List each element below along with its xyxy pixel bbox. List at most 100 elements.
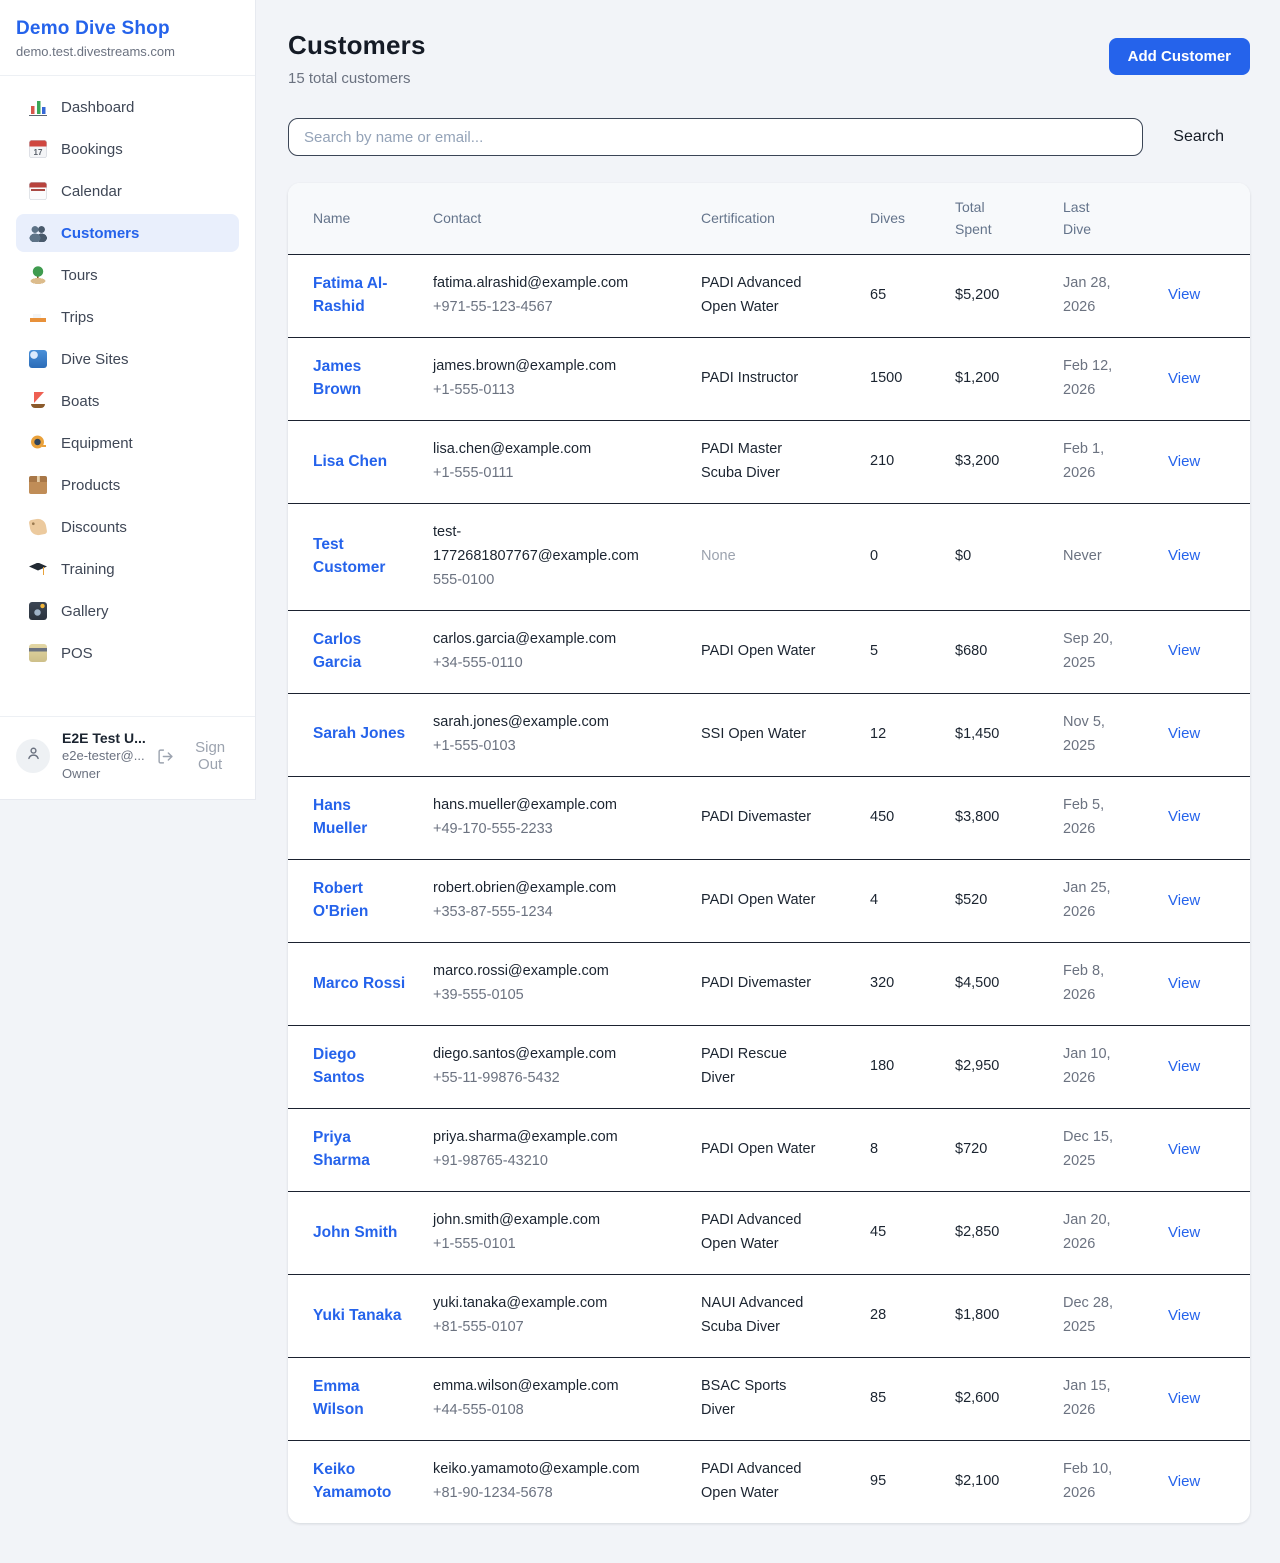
- view-customer-link[interactable]: View: [1168, 1058, 1200, 1075]
- view-customer-link[interactable]: View: [1168, 1473, 1200, 1490]
- customer-name-link[interactable]: Lisa Chen: [313, 450, 387, 473]
- customer-phone: +44-555-0108: [433, 1399, 693, 1423]
- view-customer-link[interactable]: View: [1168, 1141, 1200, 1158]
- customer-email: emma.wilson@example.com: [433, 1375, 665, 1399]
- sidebar-item-label: Calendar: [61, 183, 122, 200]
- view-customer-link[interactable]: View: [1168, 370, 1200, 387]
- view-customer-link[interactable]: View: [1168, 642, 1200, 659]
- view-customer-link[interactable]: View: [1168, 286, 1200, 303]
- customer-dives: 1500: [870, 337, 955, 420]
- add-customer-button[interactable]: Add Customer: [1109, 38, 1250, 75]
- sidebar-item-label: Products: [61, 477, 120, 494]
- customer-dives: 85: [870, 1357, 955, 1440]
- brand-block: Demo Dive Shop demo.test.divestreams.com: [0, 0, 255, 76]
- customer-name-link[interactable]: Sarah Jones: [313, 722, 405, 745]
- user-name: E2E Test U...: [62, 729, 157, 747]
- customer-total-spent: $520: [955, 859, 1063, 942]
- view-customer-link[interactable]: View: [1168, 1307, 1200, 1324]
- customer-name-link[interactable]: Marco Rossi: [313, 972, 405, 995]
- search-button[interactable]: Search: [1143, 120, 1250, 154]
- customer-phone: +1-555-0113: [433, 379, 693, 403]
- sidebar-item-tours[interactable]: Tours: [16, 256, 239, 294]
- sidebar-item-products[interactable]: Products: [16, 466, 239, 504]
- customer-email: james.brown@example.com: [433, 355, 665, 379]
- tours-island-icon: [29, 266, 47, 284]
- sidebar-item-equipment[interactable]: Equipment: [16, 424, 239, 462]
- sidebar-item-gallery[interactable]: Gallery: [16, 592, 239, 630]
- column-header-total-spent: Total Spent: [955, 183, 1063, 254]
- customer-dives: 210: [870, 421, 955, 504]
- customer-dives: 450: [870, 776, 955, 859]
- sidebar-item-label: POS: [61, 645, 93, 662]
- sidebar-item-dive-sites[interactable]: Dive Sites: [16, 340, 239, 378]
- sidebar-item-training[interactable]: Training: [16, 550, 239, 588]
- customer-name-link[interactable]: Robert O'Brien: [313, 877, 406, 924]
- customer-name-link[interactable]: Emma Wilson: [313, 1375, 406, 1422]
- customer-total-spent: $1,800: [955, 1275, 1063, 1358]
- customer-last-dive: Jan 10, 2026: [1063, 1043, 1121, 1091]
- customer-certification: PADI Open Water: [701, 1138, 815, 1162]
- customer-name-link[interactable]: Priya Sharma: [313, 1126, 406, 1173]
- customer-name-link[interactable]: James Brown: [313, 355, 406, 402]
- sidebar-item-customers[interactable]: Customers: [16, 214, 239, 252]
- calendar-icon: [29, 182, 47, 200]
- sidebar: Demo Dive Shop demo.test.divestreams.com…: [0, 0, 256, 800]
- view-customer-link[interactable]: View: [1168, 892, 1200, 909]
- customer-name-link[interactable]: Yuki Tanaka: [313, 1304, 401, 1327]
- customer-certification: NAUI Advanced Scuba Diver: [701, 1292, 823, 1340]
- view-customer-link[interactable]: View: [1168, 1390, 1200, 1407]
- customer-total-spent: $0: [955, 503, 1063, 610]
- sidebar-item-label: Bookings: [61, 141, 123, 158]
- customer-dives: 5: [870, 610, 955, 693]
- table-row: Yuki Tanaka yuki.tanaka@example.com +81-…: [288, 1275, 1250, 1358]
- customer-name-link[interactable]: John Smith: [313, 1221, 397, 1244]
- customer-phone: +34-555-0110: [433, 652, 693, 676]
- customer-name-link[interactable]: Keiko Yamamoto: [313, 1458, 406, 1505]
- customer-name-link[interactable]: Fatima Al-Rashid: [313, 272, 406, 319]
- view-customer-link[interactable]: View: [1168, 547, 1200, 564]
- sidebar-item-discounts[interactable]: Discounts: [16, 508, 239, 546]
- customer-email: robert.obrien@example.com: [433, 877, 665, 901]
- view-customer-link[interactable]: View: [1168, 725, 1200, 742]
- table-row: Hans Mueller hans.mueller@example.com +4…: [288, 776, 1250, 859]
- view-customer-link[interactable]: View: [1168, 808, 1200, 825]
- sidebar-item-bookings[interactable]: Bookings: [16, 130, 239, 168]
- customer-certification: PADI Advanced Open Water: [701, 1209, 823, 1257]
- column-header-certification: Certification: [701, 183, 870, 254]
- user-info: E2E Test U... e2e-tester@... Owner: [62, 729, 157, 783]
- trips-boat-icon: [29, 308, 47, 326]
- customer-certification: PADI Advanced Open Water: [701, 272, 823, 320]
- view-customer-link[interactable]: View: [1168, 1224, 1200, 1241]
- table-row: Robert O'Brien robert.obrien@example.com…: [288, 859, 1250, 942]
- customer-certification: PADI Divemaster: [701, 806, 811, 830]
- customers-table: Name Contact Certification Dives Total S…: [288, 183, 1250, 1523]
- sidebar-item-boats[interactable]: Boats: [16, 382, 239, 420]
- sidebar-item-calendar[interactable]: Calendar: [16, 172, 239, 210]
- search-bar: Search: [288, 118, 1250, 156]
- customer-dives: 320: [870, 943, 955, 1026]
- sidebar-item-pos[interactable]: POS: [16, 634, 239, 672]
- customer-last-dive: Sep 20, 2025: [1063, 628, 1121, 676]
- sign-out-button[interactable]: Sign Out: [157, 739, 239, 773]
- customer-phone: +1-555-0103: [433, 735, 693, 759]
- sidebar-item-trips[interactable]: Trips: [16, 298, 239, 336]
- customer-certification: PADI Open Water: [701, 889, 815, 913]
- table-row: Carlos Garcia carlos.garcia@example.com …: [288, 610, 1250, 693]
- customer-certification: BSAC Sports Diver: [701, 1375, 823, 1423]
- customer-certification: PADI Instructor: [701, 367, 798, 391]
- customer-certification: PADI Divemaster: [701, 972, 811, 996]
- search-input[interactable]: [288, 118, 1143, 156]
- sidebar-item-dashboard[interactable]: Dashboard: [16, 88, 239, 126]
- customer-phone: +971-55-123-4567: [433, 296, 693, 320]
- customer-email: john.smith@example.com: [433, 1209, 665, 1233]
- view-customer-link[interactable]: View: [1168, 453, 1200, 470]
- customer-name-link[interactable]: Carlos Garcia: [313, 628, 406, 675]
- customer-phone: +39-555-0105: [433, 984, 693, 1008]
- customer-last-dive: Jan 25, 2026: [1063, 877, 1121, 925]
- sidebar-item-label: Equipment: [61, 435, 133, 452]
- customer-name-link[interactable]: Hans Mueller: [313, 794, 406, 841]
- customer-name-link[interactable]: Diego Santos: [313, 1043, 406, 1090]
- customer-last-dive: Feb 12, 2026: [1063, 355, 1121, 403]
- customer-name-link[interactable]: Test Customer: [313, 533, 406, 580]
- view-customer-link[interactable]: View: [1168, 975, 1200, 992]
